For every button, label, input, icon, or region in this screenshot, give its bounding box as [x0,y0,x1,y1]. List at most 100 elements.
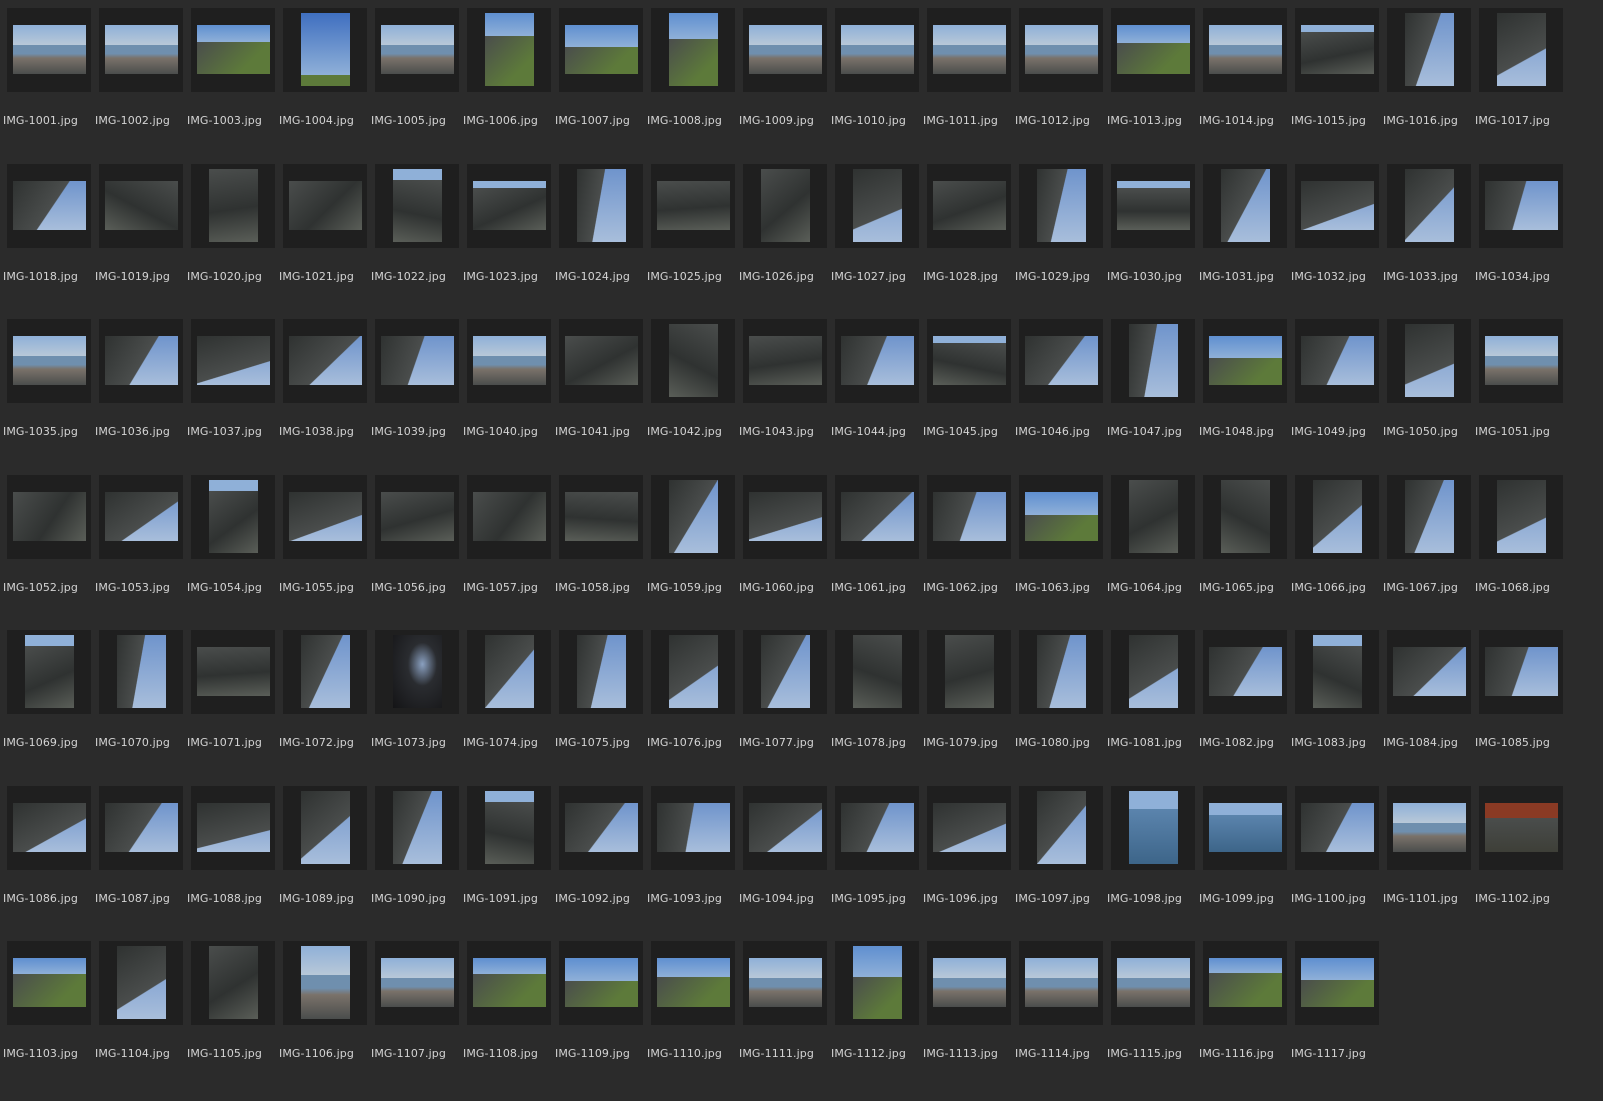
file-item[interactable]: IMG-1022.jpg [371,164,459,314]
thumbnail-frame[interactable] [1387,164,1471,248]
file-item[interactable]: IMG-1029.jpg [1015,164,1103,314]
thumbnail-frame[interactable] [99,8,183,92]
file-item[interactable]: IMG-1006.jpg [463,8,551,158]
thumbnail-frame[interactable] [191,164,275,248]
file-item[interactable]: IMG-1067.jpg [1383,475,1471,625]
file-item[interactable]: IMG-1075.jpg [555,630,643,780]
file-item[interactable]: IMG-1096.jpg [923,786,1011,936]
file-item[interactable]: IMG-1058.jpg [555,475,643,625]
thumbnail-frame[interactable] [651,786,735,870]
thumbnail-frame[interactable] [1295,8,1379,92]
thumbnail-frame[interactable] [99,475,183,559]
file-item[interactable]: IMG-1019.jpg [95,164,183,314]
thumbnail-frame[interactable] [1387,8,1471,92]
file-item[interactable]: IMG-1017.jpg [1475,8,1563,158]
file-item[interactable]: IMG-1084.jpg [1383,630,1471,780]
file-item[interactable]: IMG-1104.jpg [95,941,183,1091]
file-item[interactable]: IMG-1116.jpg [1199,941,1287,1091]
file-item[interactable]: IMG-1103.jpg [3,941,91,1091]
file-item[interactable]: IMG-1061.jpg [831,475,919,625]
thumbnail-frame[interactable] [835,319,919,403]
file-item[interactable]: IMG-1020.jpg [187,164,275,314]
file-item[interactable]: IMG-1049.jpg [1291,319,1379,469]
thumbnail-frame[interactable] [835,475,919,559]
file-item[interactable]: IMG-1055.jpg [279,475,367,625]
thumbnail-frame[interactable] [283,786,367,870]
thumbnail-frame[interactable] [1203,8,1287,92]
file-item[interactable]: IMG-1059.jpg [647,475,735,625]
file-item[interactable]: IMG-1045.jpg [923,319,1011,469]
thumbnail-frame[interactable] [7,941,91,1025]
thumbnail-frame[interactable] [1479,319,1563,403]
file-item[interactable]: IMG-1077.jpg [739,630,827,780]
thumbnail-frame[interactable] [1387,786,1471,870]
thumbnail-frame[interactable] [1295,319,1379,403]
thumbnail-frame[interactable] [191,319,275,403]
file-item[interactable]: IMG-1110.jpg [647,941,735,1091]
thumbnail-frame[interactable] [7,164,91,248]
file-item[interactable]: IMG-1112.jpg [831,941,919,1091]
file-item[interactable]: IMG-1034.jpg [1475,164,1563,314]
file-item[interactable]: IMG-1114.jpg [1015,941,1103,1091]
file-item[interactable]: IMG-1089.jpg [279,786,367,936]
thumbnail-frame[interactable] [651,941,735,1025]
file-item[interactable]: IMG-1097.jpg [1015,786,1103,936]
thumbnail-frame[interactable] [1387,475,1471,559]
file-item[interactable]: IMG-1069.jpg [3,630,91,780]
file-item[interactable]: IMG-1007.jpg [555,8,643,158]
file-item[interactable]: IMG-1013.jpg [1107,8,1195,158]
thumbnail-frame[interactable] [1295,630,1379,714]
file-item[interactable]: IMG-1085.jpg [1475,630,1563,780]
thumbnail-frame[interactable] [559,941,643,1025]
file-item[interactable]: IMG-1093.jpg [647,786,735,936]
thumbnail-frame[interactable] [191,8,275,92]
thumbnail-frame[interactable] [1111,8,1195,92]
file-item[interactable]: IMG-1052.jpg [3,475,91,625]
thumbnail-frame[interactable] [559,8,643,92]
thumbnail-frame[interactable] [559,319,643,403]
thumbnail-frame[interactable] [1203,319,1287,403]
thumbnail-frame[interactable] [99,164,183,248]
thumbnail-frame[interactable] [835,941,919,1025]
file-item[interactable]: IMG-1081.jpg [1107,630,1195,780]
file-item[interactable]: IMG-1076.jpg [647,630,735,780]
file-item[interactable]: IMG-1074.jpg [463,630,551,780]
thumbnail-frame[interactable] [283,475,367,559]
file-item[interactable]: IMG-1030.jpg [1107,164,1195,314]
thumbnail-frame[interactable] [467,164,551,248]
file-item[interactable]: IMG-1083.jpg [1291,630,1379,780]
file-item[interactable]: IMG-1024.jpg [555,164,643,314]
file-item[interactable]: IMG-1102.jpg [1475,786,1563,936]
file-item[interactable]: IMG-1039.jpg [371,319,459,469]
file-item[interactable]: IMG-1109.jpg [555,941,643,1091]
file-item[interactable]: IMG-1107.jpg [371,941,459,1091]
file-item[interactable]: IMG-1106.jpg [279,941,367,1091]
file-item[interactable]: IMG-1057.jpg [463,475,551,625]
thumbnail-frame[interactable] [1295,164,1379,248]
file-item[interactable]: IMG-1098.jpg [1107,786,1195,936]
thumbnail-frame[interactable] [99,786,183,870]
thumbnail-frame[interactable] [743,164,827,248]
file-item[interactable]: IMG-1113.jpg [923,941,1011,1091]
file-item[interactable]: IMG-1090.jpg [371,786,459,936]
file-item[interactable]: IMG-1032.jpg [1291,164,1379,314]
thumbnail-frame[interactable] [283,8,367,92]
file-item[interactable]: IMG-1001.jpg [3,8,91,158]
file-item[interactable]: IMG-1072.jpg [279,630,367,780]
file-item[interactable]: IMG-1036.jpg [95,319,183,469]
file-item[interactable]: IMG-1080.jpg [1015,630,1103,780]
thumbnail-frame[interactable] [1019,475,1103,559]
thumbnail-frame[interactable] [283,164,367,248]
file-item[interactable]: IMG-1088.jpg [187,786,275,936]
thumbnail-frame[interactable] [835,630,919,714]
thumbnail-frame[interactable] [1295,475,1379,559]
file-item[interactable]: IMG-1046.jpg [1015,319,1103,469]
thumbnail-frame[interactable] [1479,630,1563,714]
file-item[interactable]: IMG-1021.jpg [279,164,367,314]
thumbnail-frame[interactable] [927,630,1011,714]
file-item[interactable]: IMG-1117.jpg [1291,941,1379,1091]
file-item[interactable]: IMG-1003.jpg [187,8,275,158]
thumbnail-frame[interactable] [467,941,551,1025]
file-item[interactable]: IMG-1099.jpg [1199,786,1287,936]
thumbnail-frame[interactable] [191,786,275,870]
